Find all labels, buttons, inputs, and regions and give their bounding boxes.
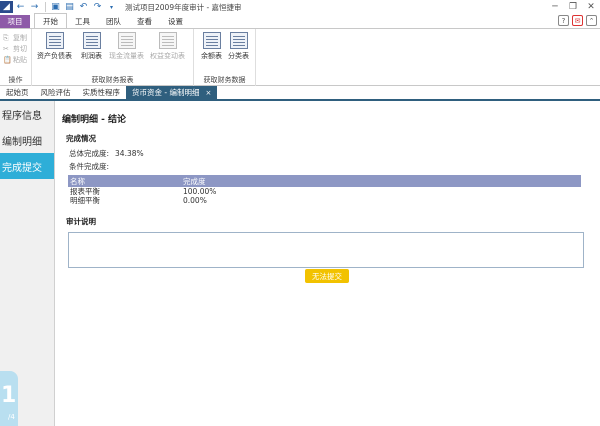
audit-notes-textarea[interactable] [68,232,584,268]
undo-icon[interactable]: ↶ [77,1,90,13]
window-title: 测试项目2009年度审计 - 嘉恒捷审 [125,2,242,12]
tab-tools[interactable]: 工具 [67,14,98,28]
dropdown-icon[interactable]: ▾ [105,1,118,13]
overall-completion-label: 总体完成度: [69,149,110,158]
balance-table-icon [202,32,221,49]
forward-icon[interactable]: → [28,1,41,13]
document-tab-bar: 起始页 风险评估 实质性程序 货币资金 - 编制明细 × [0,86,600,101]
copy-icon: ⎘ [3,33,9,42]
table-cell: 100.00% [183,187,217,196]
page-number: 1 [1,383,17,408]
nav-program-info[interactable]: 程序信息 [0,101,54,127]
doctab-substantive-procedures[interactable]: 实质性程序 [77,86,127,99]
income-statement-button[interactable]: 利润表 [81,32,102,61]
close-tab-icon[interactable]: × [205,89,211,97]
help-icon[interactable]: ? [558,15,569,26]
restore-icon[interactable]: ❐ [564,0,582,14]
cut-button[interactable]: ✂ 剪切 [0,43,31,54]
cut-icon: ✂ [3,44,9,53]
reports-group-label: 获取财务报表 [91,76,134,84]
balance-sheet-label: 资产负债表 [37,52,72,60]
back-icon[interactable]: ← [14,1,27,13]
nav-complete-submit[interactable]: 完成提交 [0,153,54,179]
cut-label: 剪切 [13,44,27,53]
ribbon-right-icons: ? ✉ ⌃ [558,15,597,26]
divider [45,2,46,12]
balance-sheet-button[interactable]: 资产负债表 [37,32,72,61]
tab-team[interactable]: 团队 [98,14,129,28]
window-controls: ─ ❐ ✕ [546,0,600,14]
table-row[interactable]: 明细平衡 0.00% [68,196,581,205]
income-statement-label: 利润表 [81,52,102,60]
message-icon[interactable]: ✉ [572,15,583,26]
completion-heading: 完成情况 [66,134,96,143]
app-logo-icon: ◢ [0,1,13,13]
save-as-icon[interactable]: ▤ [63,1,76,13]
copy-button[interactable]: ⎘ 复制 [0,32,31,43]
audit-notes-heading: 审计说明 [66,217,96,226]
page-indicator: 1 /4 [0,371,18,426]
overall-completion: 总体完成度: 34.38% [69,148,144,159]
ribbon-tab-bar: 项目 开始 工具 团队 查看 设置 ? ✉ ⌃ [0,13,600,28]
paste-button[interactable]: 📋 粘贴 [0,54,31,65]
column-header-name: 名称 [70,176,85,186]
equity-change-button[interactable]: 权益变动表 [150,32,185,61]
balance-sheet-icon [45,32,64,49]
doctab-risk-assessment[interactable]: 风险评估 [35,86,77,99]
redo-icon[interactable]: ↷ [91,1,104,13]
data-group: 余额表 分类表 获取财务数据 [194,29,256,87]
quick-access-toolbar: ◢ ← → ▣ ▤ ↶ ↷ ▾ [0,0,119,14]
nav-detail[interactable]: 编制明细 [0,127,54,153]
main-panel: 编制明细 - 结论 完成情况 总体完成度: 34.38% 条件完成度: 名称 完成… [56,101,600,426]
close-icon[interactable]: ✕ [582,0,600,14]
column-header-completion: 完成度 [183,176,206,186]
table-cell: 明细平衡 [70,196,100,205]
cashflow-label: 现金流量表 [109,52,144,60]
clipboard-group: ⎘ 复制 ✂ 剪切 📋 粘贴 操作 [0,29,32,87]
copy-label: 复制 [13,33,27,42]
title-bar: ◢ ← → ▣ ▤ ↶ ↷ ▾ 测试项目2009年度审计 - 嘉恒捷审 ─ ❐ … [0,0,600,14]
equity-change-icon [158,32,177,49]
cashflow-button[interactable]: 现金流量表 [109,32,144,61]
doctab-start-page[interactable]: 起始页 [0,86,35,99]
paste-label: 粘贴 [13,55,27,64]
reports-group: 资产负债表 利润表 现金流量表 权益变动表 获取财务报表 [32,29,194,87]
doctab-cash-detail[interactable]: 货币资金 - 编制明细 × [126,86,218,99]
side-nav: 程序信息 编制明细 完成提交 1 /4 [0,101,55,426]
clipboard-group-label: 操作 [8,76,23,84]
data-group-label: 获取财务数据 [203,76,246,84]
tab-start[interactable]: 开始 [34,13,67,28]
page-title: 编制明细 - 结论 [62,115,127,125]
table-cell: 0.00% [183,196,207,205]
ribbon: ⎘ 复制 ✂ 剪切 📋 粘贴 操作 资产负债表 利润表 现金流量表 权益变动表 获取财… [0,28,600,87]
overall-completion-value: 34.38% [115,149,144,158]
balance-table-label: 余额表 [201,52,222,60]
doctab-cash-detail-label: 货币资金 - 编制明细 [132,88,200,97]
paste-icon: 📋 [3,55,12,64]
completion-table: 名称 完成度 报表平衡 100.00% 明细平衡 0.00% [68,175,581,205]
save-icon[interactable]: ▣ [49,1,62,13]
ledger-table-button[interactable]: 分类表 [228,32,249,61]
condition-completion: 条件完成度: [69,161,109,172]
equity-change-label: 权益变动表 [150,52,185,60]
collapse-ribbon-icon[interactable]: ⌃ [586,15,597,26]
balance-table-button[interactable]: 余额表 [201,32,222,61]
ledger-table-icon [229,32,248,49]
page-total: /4 [8,413,15,421]
minimize-icon[interactable]: ─ [546,0,564,14]
condition-completion-label: 条件完成度: [69,162,110,171]
tab-settings[interactable]: 设置 [160,14,191,28]
tab-project[interactable]: 项目 [0,15,30,28]
cashflow-icon [117,32,136,49]
income-statement-icon [82,32,101,49]
submit-button[interactable]: 无法提交 [305,269,349,283]
ledger-table-label: 分类表 [228,52,249,60]
tab-view[interactable]: 查看 [129,14,160,28]
